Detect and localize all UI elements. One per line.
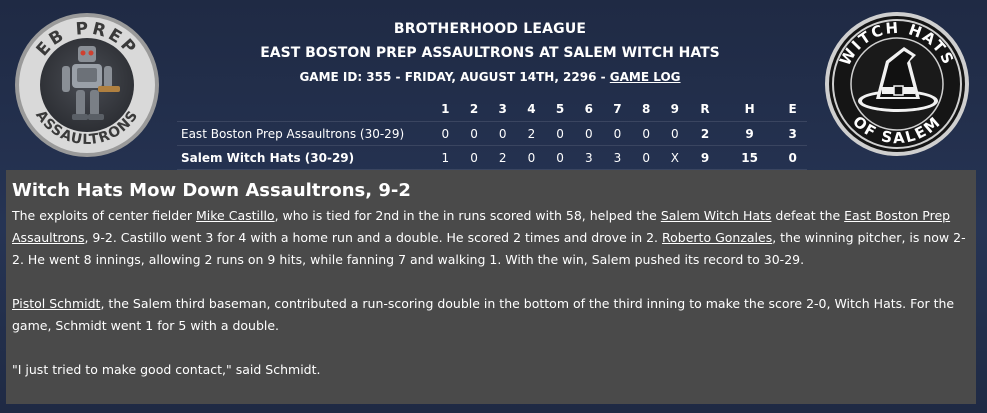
away-inning-7: 0 (603, 121, 632, 146)
game-info-text: GAME ID: 355 - FRIDAY, AUGUST 14TH, 2296… (299, 70, 610, 84)
recap-paragraph-2: Pistol Schmidt, the Salem third baseman,… (12, 293, 968, 337)
inning-8-header: 8 (641, 102, 651, 116)
home-team-row: Salem Witch Hats (30-29) 1 0 2 0 0 3 3 0… (177, 145, 807, 170)
inning-4-header: 4 (527, 102, 536, 116)
recap-text: The exploits of center fielder (12, 208, 196, 223)
inning-5-header: 5 (555, 102, 565, 116)
league-name: BROTHERHOOD LEAGUE (393, 21, 587, 37)
recap-headline: Witch Hats Mow Down Assaultrons, 9-2 (12, 180, 411, 201)
hits-header: H (744, 102, 755, 116)
recap-text: , who is tied for 2nd in the in runs sco… (274, 208, 661, 223)
team-column-header (177, 97, 431, 122)
game-recap-panel: Witch Hats Mow Down Assaultrons, 9-2 The… (6, 170, 976, 404)
home-team-name[interactable]: Salem Witch Hats (30-29) (177, 145, 431, 170)
away-inning-4: 2 (517, 121, 546, 146)
linescore-header-row: 1 2 3 4 5 6 7 8 9 R H E (177, 97, 807, 122)
home-hits: 15 (720, 145, 779, 170)
linescore-table: 1 2 3 4 5 6 7 8 9 R H E East Boston Prep… (177, 97, 807, 170)
away-inning-1: 0 (431, 121, 460, 146)
home-inning-8: 0 (631, 145, 661, 170)
inning-3-header: 3 (498, 102, 507, 116)
player-link-pistol-schmidt[interactable]: Pistol Schmidt (12, 296, 100, 311)
inning-2-header: 2 (469, 102, 479, 116)
game-header: BROTHERHOOD LEAGUE EAST BOSTON PREP ASSA… (180, 18, 800, 86)
away-team-name[interactable]: East Boston Prep Assaultrons (30-29) (177, 121, 431, 146)
errors-header: E (788, 102, 797, 116)
home-errors: 0 (778, 145, 807, 170)
home-inning-3: 2 (488, 145, 518, 170)
away-inning-8: 0 (631, 121, 661, 146)
recap-paragraph-1: The exploits of center fielder Mike Cast… (12, 205, 968, 271)
player-link-mike-castillo[interactable]: Mike Castillo (196, 208, 275, 223)
home-inning-5: 0 (545, 145, 575, 170)
recap-text: , the Salem third baseman, contributed a… (12, 296, 955, 333)
home-inning-4: 0 (517, 145, 546, 170)
game-log-link[interactable]: GAME LOG (610, 70, 681, 84)
player-link-roberto-gonzales[interactable]: Roberto Gonzales (662, 230, 772, 245)
away-team-row: East Boston Prep Assaultrons (30-29) 0 0… (177, 121, 807, 146)
home-inning-9: X (660, 145, 690, 170)
home-runs: 9 (689, 145, 721, 170)
away-inning-5: 0 (545, 121, 575, 146)
away-hits: 9 (720, 121, 779, 146)
away-inning-2: 0 (459, 121, 489, 146)
team-link-salem-witch-hats[interactable]: Salem Witch Hats (661, 208, 772, 223)
away-inning-3: 0 (488, 121, 518, 146)
recap-quote: "I just tried to make good contact," sai… (12, 362, 321, 377)
home-inning-1: 1 (431, 145, 460, 170)
witch-hat-icon: WITCH HATS OF SALEM (825, 12, 969, 156)
home-inning-6: 3 (574, 145, 604, 170)
away-runs: 2 (689, 121, 721, 146)
away-errors: 3 (778, 121, 807, 146)
away-team-logo[interactable]: EB PREP ASSAULTRONS (14, 12, 160, 158)
recap-text: defeat the (771, 208, 845, 223)
inning-9-header: 9 (670, 102, 680, 116)
matchup-title: EAST BOSTON PREP ASSAULTRONS AT SALEM WI… (260, 45, 720, 61)
recap-body: The exploits of center fielder Mike Cast… (12, 205, 968, 381)
game-info: GAME ID: 355 - FRIDAY, AUGUST 14TH, 2296… (180, 68, 800, 86)
inning-7-header: 7 (613, 102, 622, 116)
runs-header: R (700, 102, 710, 116)
home-inning-7: 3 (603, 145, 632, 170)
recap-text: , 9-2. Castillo went 3 for 4 with a home… (84, 230, 663, 245)
home-inning-2: 0 (459, 145, 489, 170)
inning-6-header: 6 (584, 102, 593, 116)
inning-1-header: 1 (441, 102, 450, 116)
away-inning-9: 0 (660, 121, 690, 146)
away-inning-6: 0 (574, 121, 604, 146)
home-team-logo[interactable]: WITCH HATS OF SALEM (824, 11, 970, 157)
robot-icon: EB PREP ASSAULTRONS (15, 13, 159, 157)
